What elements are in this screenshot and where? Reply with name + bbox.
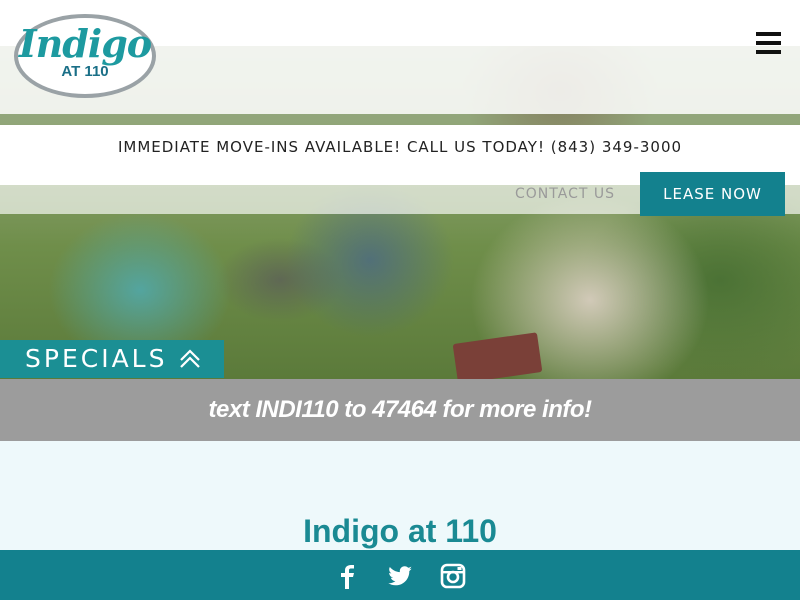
promo-text: text INDI110 to 47464 for more info! (208, 396, 593, 423)
facebook-icon[interactable] (334, 563, 360, 589)
logo-wordmark: Indigo (18, 21, 152, 66)
specials-tab[interactable]: SPECIALS (0, 340, 224, 378)
site-logo[interactable]: Indigo AT 110 (14, 14, 156, 98)
double-chevron-up-icon (180, 349, 200, 368)
hamburger-menu-icon[interactable] (756, 32, 781, 54)
specials-label: SPECIALS (25, 344, 168, 373)
promo-banner: text INDI110 to 47464 for more info! (0, 379, 800, 441)
twitter-icon[interactable] (387, 563, 413, 589)
announcement-text: IMMEDIATE MOVE-INS AVAILABLE! CALL US TO… (117, 138, 683, 156)
contact-us-link[interactable]: CONTACT US (515, 184, 615, 204)
social-footer (0, 550, 800, 600)
instagram-icon[interactable] (440, 563, 466, 589)
lease-now-button[interactable]: LEASE NOW (640, 172, 785, 216)
logo-subtitle: AT 110 (61, 63, 109, 80)
page-title: Indigo at 110 (303, 513, 497, 549)
